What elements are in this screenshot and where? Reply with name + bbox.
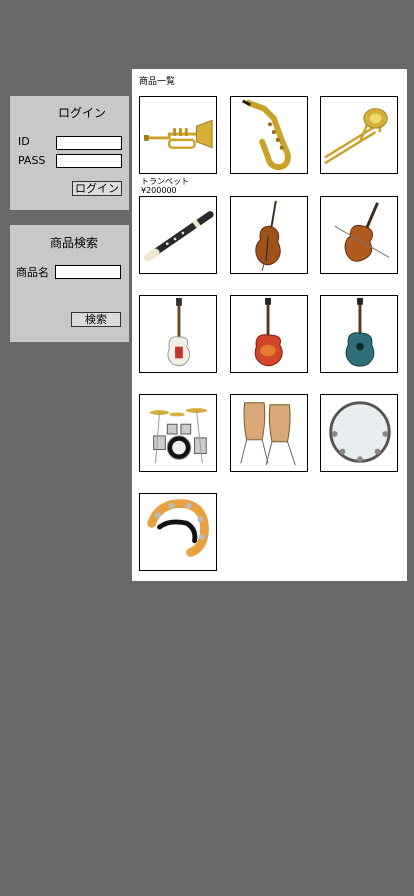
trombone-icon	[324, 108, 388, 165]
acoustic-guitar-icon	[345, 297, 375, 367]
id-field[interactable]	[56, 136, 122, 150]
drum-kit-icon	[149, 408, 208, 464]
product-item-trombone[interactable]	[320, 96, 398, 174]
product-item-electric-guitar[interactable]	[230, 295, 308, 373]
product-item-trumpet[interactable]	[139, 96, 217, 174]
login-button[interactable]: ログイン	[72, 181, 122, 196]
recorder-icon	[143, 211, 214, 262]
login-panel: ログイン ID PASS ログイン	[10, 96, 129, 210]
id-label: ID	[18, 135, 30, 148]
product-item-half-moon-tambourine[interactable]	[139, 493, 217, 571]
conga-icon	[240, 402, 296, 466]
login-title: ログイン	[58, 106, 107, 120]
product-item-tambourine[interactable]	[320, 394, 398, 472]
product-item-contrabass[interactable]	[230, 196, 308, 274]
product-hover-name: トランペット	[141, 177, 189, 186]
electric-guitar-icon	[254, 297, 283, 367]
product-item-recorder[interactable]	[139, 196, 217, 274]
product-hover-caption: トランペット ¥200000	[141, 177, 189, 195]
product-list-title: 商品一覧	[139, 77, 176, 87]
tambourine-icon	[329, 401, 391, 463]
product-name-field[interactable]	[55, 265, 121, 279]
half-moon-tambourine-icon	[147, 499, 209, 557]
product-item-saxophone[interactable]	[230, 96, 308, 174]
electric-bass-icon	[167, 297, 191, 367]
product-name-label: 商品名	[16, 266, 49, 279]
pass-field[interactable]	[56, 154, 122, 168]
search-panel: 商品検索 商品名 検索	[10, 225, 129, 342]
search-button[interactable]: 検索	[71, 312, 121, 327]
search-title: 商品検索	[50, 236, 99, 250]
trumpet-icon	[143, 119, 213, 149]
product-item-electric-bass[interactable]	[139, 295, 217, 373]
pass-label: PASS	[18, 154, 46, 167]
product-item-violin[interactable]	[320, 196, 398, 274]
product-hover-price: ¥200000	[141, 186, 177, 195]
product-item-drum-kit[interactable]	[139, 394, 217, 472]
page: ログイン ID PASS ログイン 商品検索 商品名 検索 商品一覧 トランペッ…	[0, 0, 414, 896]
product-item-acoustic-guitar[interactable]	[320, 295, 398, 373]
violin-icon	[334, 202, 390, 262]
product-item-conga[interactable]	[230, 394, 308, 472]
product-list: 商品一覧 トランペット ¥200000	[132, 69, 407, 581]
saxophone-icon	[242, 99, 291, 171]
contrabass-icon	[255, 200, 281, 272]
